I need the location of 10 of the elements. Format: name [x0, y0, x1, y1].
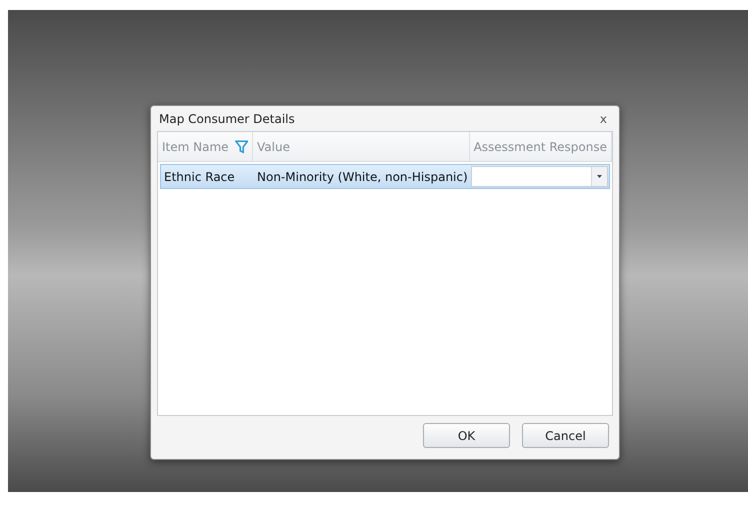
- dialog-button[interactable]: Cancel: [522, 423, 609, 448]
- response-dropdown[interactable]: [471, 166, 608, 187]
- table-cell-text: Non-Minority (White, non-Hispanic): [256, 168, 469, 186]
- table-row[interactable]: Ethnic Race Non-Minority (White, non-Hispanic): [160, 164, 610, 189]
- caret-icon: [597, 175, 602, 178]
- close-button[interactable]: x: [596, 110, 611, 128]
- filter-icon[interactable]: [234, 140, 248, 154]
- dialog-button[interactable]: OK: [423, 423, 510, 448]
- table-cell-text: Ethnic Race: [163, 168, 236, 186]
- dialog-title: Map Consumer Details: [159, 110, 295, 128]
